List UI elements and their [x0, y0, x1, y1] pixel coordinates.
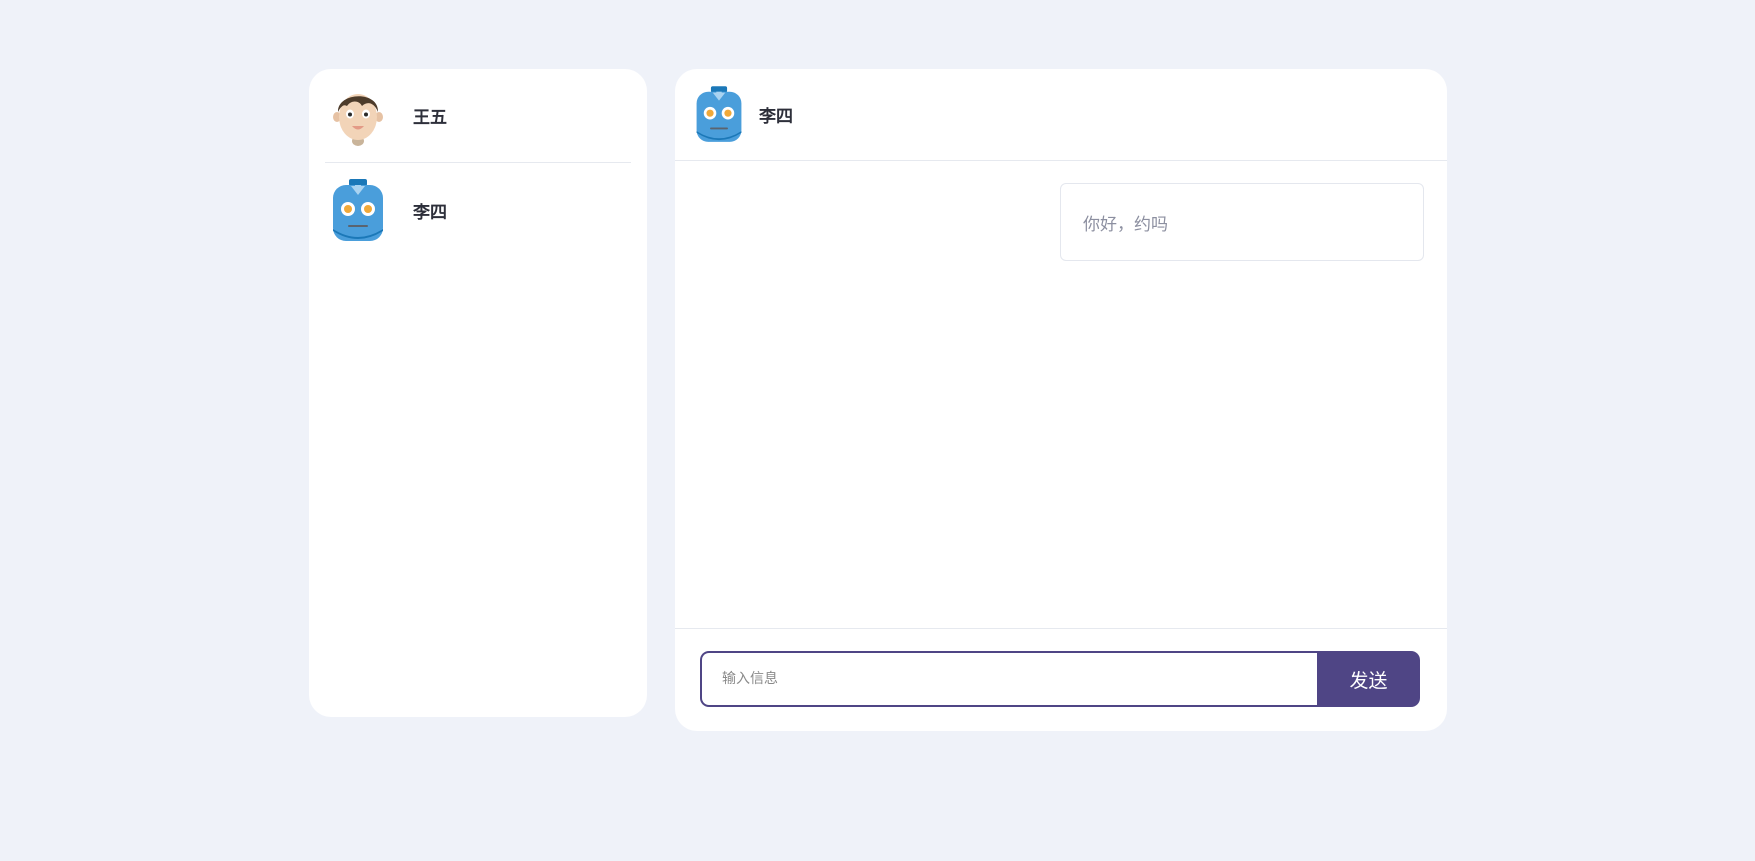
- send-button[interactable]: 发送: [1317, 651, 1420, 707]
- message-bubble: 你好，约吗: [1060, 183, 1424, 261]
- robot-avatar-icon: [696, 85, 742, 142]
- message-list[interactable]: 你好，约吗: [675, 161, 1447, 629]
- robot-avatar-icon: [333, 178, 383, 241]
- contact-item-wangwu[interactable]: 王五: [325, 69, 631, 163]
- contact-name: 李四: [413, 203, 447, 223]
- contact-item-lisi[interactable]: 李四: [325, 163, 631, 258]
- contact-name: 王五: [413, 108, 447, 128]
- contacts-panel: 王五 李四: [309, 69, 647, 717]
- chat-title: 李四: [759, 107, 793, 127]
- boy-avatar-icon: [333, 93, 383, 146]
- chat-header: 李四: [675, 69, 1447, 161]
- chat-panel: 李四 你好，约吗 发送: [675, 69, 1447, 731]
- message-input[interactable]: [700, 651, 1317, 707]
- composer: 发送: [700, 651, 1420, 707]
